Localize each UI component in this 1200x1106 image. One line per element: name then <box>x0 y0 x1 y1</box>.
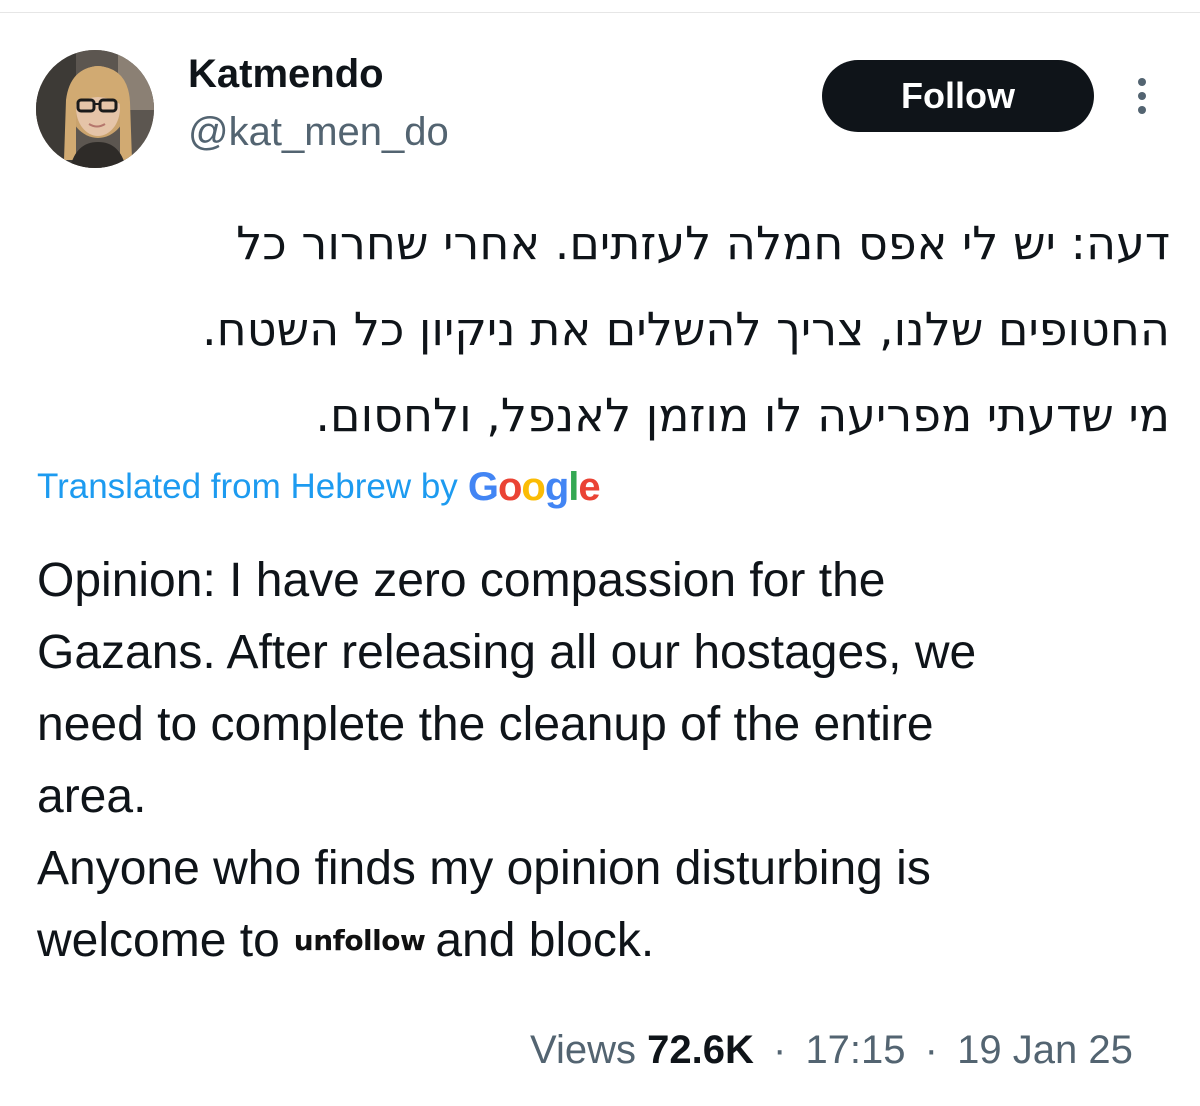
original-line: החטופים שלנו, צריך להשלים את ניקיון כל ה… <box>202 302 1170 356</box>
google-logo-letter: l <box>568 464 579 509</box>
meta-separator: · <box>772 1028 787 1072</box>
google-logo-letter: G <box>467 464 499 509</box>
translated-line-start: welcome to <box>37 914 280 967</box>
display-name[interactable]: Katmendo <box>188 50 384 98</box>
translation-attribution: Translated from Hebrew by Google <box>37 462 601 512</box>
google-logo-letter: e <box>578 464 600 509</box>
original-line: דעה: יש לי אפס חמלה לעזתים. אחרי שחרור כ… <box>236 216 1170 270</box>
google-logo-letter: g <box>544 464 569 509</box>
profile-photo-icon <box>36 50 154 168</box>
google-logo-letter: o <box>521 464 545 509</box>
avatar[interactable] <box>36 50 154 168</box>
top-divider <box>0 12 1200 13</box>
translated-line: area. <box>37 770 147 823</box>
more-options-icon <box>1138 78 1146 114</box>
post-date[interactable]: 19 Jan 25 <box>957 1028 1133 1072</box>
post-meta: Views 72.6K · 17:15 · 19 Jan 25 <box>530 1022 1133 1078</box>
meta-separator: · <box>924 1028 938 1072</box>
google-logo-letter: o <box>497 464 522 509</box>
google-logo: Google <box>467 464 601 510</box>
user-handle[interactable]: @kat_men_do <box>188 108 449 156</box>
overlay-word: unfollow <box>293 924 426 957</box>
original-post-text: דעה: יש לי אפס חמלה לעזתים. אחרי שחרור כ… <box>30 200 1170 458</box>
translated-post-text: Opinion: I have zero compassion for the … <box>37 545 1177 977</box>
translated-line: need to complete the cleanup of the enti… <box>37 698 934 751</box>
translated-line-last: welcome to unfollow and block. <box>37 905 1177 977</box>
translated-line: Gazans. After releasing all our hostages… <box>37 626 977 679</box>
post-time[interactable]: 17:15 <box>805 1028 905 1072</box>
translated-line: Anyone who finds my opinion disturbing i… <box>37 842 931 895</box>
original-line: מי שדעתי מפריעה לו מוזמן לאנפל, ולחסום. <box>315 388 1170 442</box>
follow-button[interactable]: Follow <box>822 60 1094 132</box>
views-count: 72.6K <box>647 1028 754 1072</box>
views-label: Views <box>530 1028 636 1072</box>
more-options-button[interactable] <box>1120 74 1164 118</box>
translated-line: Opinion: I have zero compassion for the <box>37 554 886 607</box>
translated-line-end: and block. <box>435 914 655 967</box>
translation-link[interactable]: Translated from Hebrew by <box>37 467 458 507</box>
